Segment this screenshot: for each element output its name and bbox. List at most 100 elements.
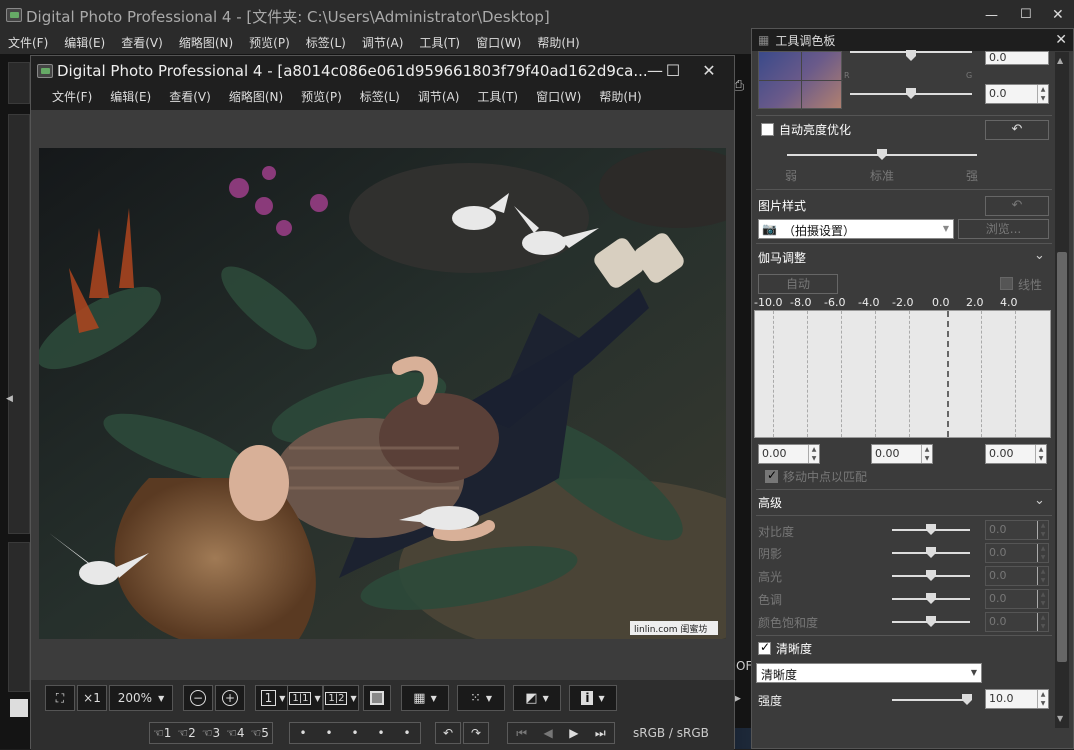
thumbnail-view-button[interactable] [363,685,391,711]
gamma-value-white[interactable]: 0.00 ▲ ▼ [985,444,1047,464]
auto-lighting-reset-button[interactable]: ↶ [985,120,1049,140]
wb-slider-2-thumb[interactable] [906,88,916,99]
shadow-thumb[interactable] [926,547,936,558]
info-button[interactable]: i ▼ [569,685,617,711]
strength-thumb[interactable] [962,694,972,705]
editor-menu-adjust[interactable]: 调节(A) [409,86,469,110]
last-image-icon[interactable]: ⏭ [595,726,606,741]
advanced-collapse-icon[interactable]: ⌄ [1034,493,1045,508]
highlight-warning-button[interactable]: ◩ ▼ [513,685,561,711]
editor-menu-view[interactable]: 查看(V) [160,86,220,110]
mark-dot-4[interactable]: • [377,726,384,740]
gamma-auto-button[interactable]: 自动 [758,274,838,294]
main-menu-adjust[interactable]: 调节(A) [354,32,412,54]
editor-menu-file[interactable]: 文件(F) [43,86,101,110]
saturation-slider[interactable] [892,616,970,627]
scrollbar-thumb[interactable] [1057,252,1067,662]
wb-slider-1[interactable] [850,50,972,61]
scroll-up-icon[interactable]: ▲ [1057,56,1063,65]
editor-menu-edit[interactable]: 编辑(E) [101,86,160,110]
compare-view-button[interactable]: 1|1 ▼ [287,685,323,711]
sharpness-mode-dropdown[interactable]: 清晰度 ▼ [756,663,982,683]
spinner-icon[interactable]: ▲ ▼ [1037,85,1048,103]
rating-2-button[interactable]: ☜2 [177,726,195,740]
highlight-slider[interactable] [892,570,970,581]
auto-lighting-checkbox[interactable] [761,123,774,136]
editor-menu-tools[interactable]: 工具(T) [468,86,527,110]
white-balance-chart[interactable] [758,51,843,110]
gamma-value-black[interactable]: 0.00 ▲ ▼ [758,444,820,464]
gamma-value-mid[interactable]: 0.00 ▲ ▼ [871,444,933,464]
first-image-icon[interactable]: ⏮ [516,726,527,741]
tone-thumb[interactable] [926,593,936,604]
zoom-1x-button[interactable]: ×1 [77,685,107,711]
rating-5-button[interactable]: ☜5 [251,726,269,740]
zoom-out-button[interactable]: − [183,685,213,711]
auto-lighting-slider[interactable] [787,149,977,160]
rotate-right-button[interactable]: ↷ [463,722,489,744]
strength-value[interactable]: 10.0 ▲ ▼ [985,689,1049,709]
af-point-button[interactable]: ⁙ ▼ [457,685,505,711]
main-maximize-button[interactable]: ☐ [1020,7,1032,22]
spinner-icon[interactable]: ▲ ▼ [1037,544,1048,562]
saturation-thumb[interactable] [926,616,936,627]
mark-dot-2[interactable]: • [325,726,332,740]
wb-value-1[interactable]: 0.0 [985,51,1049,65]
spinner-icon[interactable]: ▲ ▼ [1035,445,1046,463]
main-menu-thumbnail[interactable]: 缩略图(N) [171,32,241,54]
main-menu-label[interactable]: 标签(L) [298,32,354,54]
main-view-mode-icon[interactable] [10,699,28,717]
highlight-thumb[interactable] [926,570,936,581]
auto-lighting-thumb[interactable] [877,149,887,160]
rating-4-button[interactable]: ☜4 [226,726,244,740]
gamma-curve-graph[interactable] [754,310,1051,438]
mark-dot-3[interactable]: • [351,726,358,740]
shadow-value[interactable]: 0.0 ▲ ▼ [985,543,1049,563]
spinner-icon[interactable]: ▲ ▼ [921,445,932,463]
scroll-down-icon[interactable]: ▼ [1057,714,1063,723]
editor-menu-preview[interactable]: 预览(P) [292,86,351,110]
contrast-value[interactable]: 0.0 ▲ ▼ [985,520,1049,540]
collapse-right-icon[interactable]: ▶ [734,694,741,704]
zoom-level-dropdown[interactable]: 200% ▼ [109,685,173,711]
main-menu-preview[interactable]: 预览(P) [241,32,298,54]
edited-photo[interactable]: linlin.com 闺蜜坊 [39,148,726,639]
main-menu-edit[interactable]: 编辑(E) [56,32,113,54]
wb-value-2[interactable]: 0.0 ▲ ▼ [985,84,1049,104]
rating-1-button[interactable]: ☜1 [153,726,171,740]
tone-value[interactable]: 0.0 ▲ ▼ [985,589,1049,609]
picture-style-reset-button[interactable]: ↶ [985,196,1049,216]
main-menu-help[interactable]: 帮助(H) [529,32,587,54]
spinner-icon[interactable]: ▲ ▼ [1037,690,1048,708]
printer-icon[interactable]: ⎙ [733,78,751,96]
main-menu-file[interactable]: 文件(F) [0,32,56,54]
grid-overlay-button[interactable]: ▦ ▼ [401,685,449,711]
zoom-in-button[interactable]: + [215,685,245,711]
rotate-left-button[interactable]: ↶ [435,722,461,744]
contrast-slider[interactable] [892,524,970,535]
editor-menu-window[interactable]: 窗口(W) [527,86,590,110]
editor-close-button[interactable]: ✕ [691,56,727,86]
browse-button[interactable]: 浏览... [958,219,1049,239]
main-menu-window[interactable]: 窗口(W) [468,32,529,54]
main-close-button[interactable]: ✕ [1052,7,1064,23]
strength-slider[interactable] [892,694,972,705]
saturation-value[interactable]: 0.0 ▲ ▼ [985,612,1049,632]
wb-slider-1-thumb[interactable] [906,50,916,61]
sharpness-checkbox[interactable] [758,640,771,655]
collapse-left-icon[interactable]: ◀ [6,394,13,404]
contrast-thumb[interactable] [926,524,936,535]
spinner-icon[interactable]: ▲ ▼ [1037,521,1048,539]
gamma-collapse-icon[interactable]: ⌄ [1034,248,1045,263]
main-menu-view[interactable]: 查看(V) [113,32,171,54]
move-midpoint-checkbox[interactable] [765,468,778,483]
linear-checkbox[interactable] [1000,277,1013,290]
spinner-icon[interactable]: ▲ ▼ [1037,590,1048,608]
palette-close-button[interactable]: ✕ [1055,32,1067,48]
split-view-button[interactable]: 1|2 ▼ [323,685,359,711]
rating-3-button[interactable]: ☜3 [202,726,220,740]
mark-dot-1[interactable]: • [299,726,306,740]
editor-menu-thumbnail[interactable]: 缩略图(N) [220,86,292,110]
shadow-slider[interactable] [892,547,970,558]
spinner-icon[interactable]: ▲ ▼ [808,445,819,463]
